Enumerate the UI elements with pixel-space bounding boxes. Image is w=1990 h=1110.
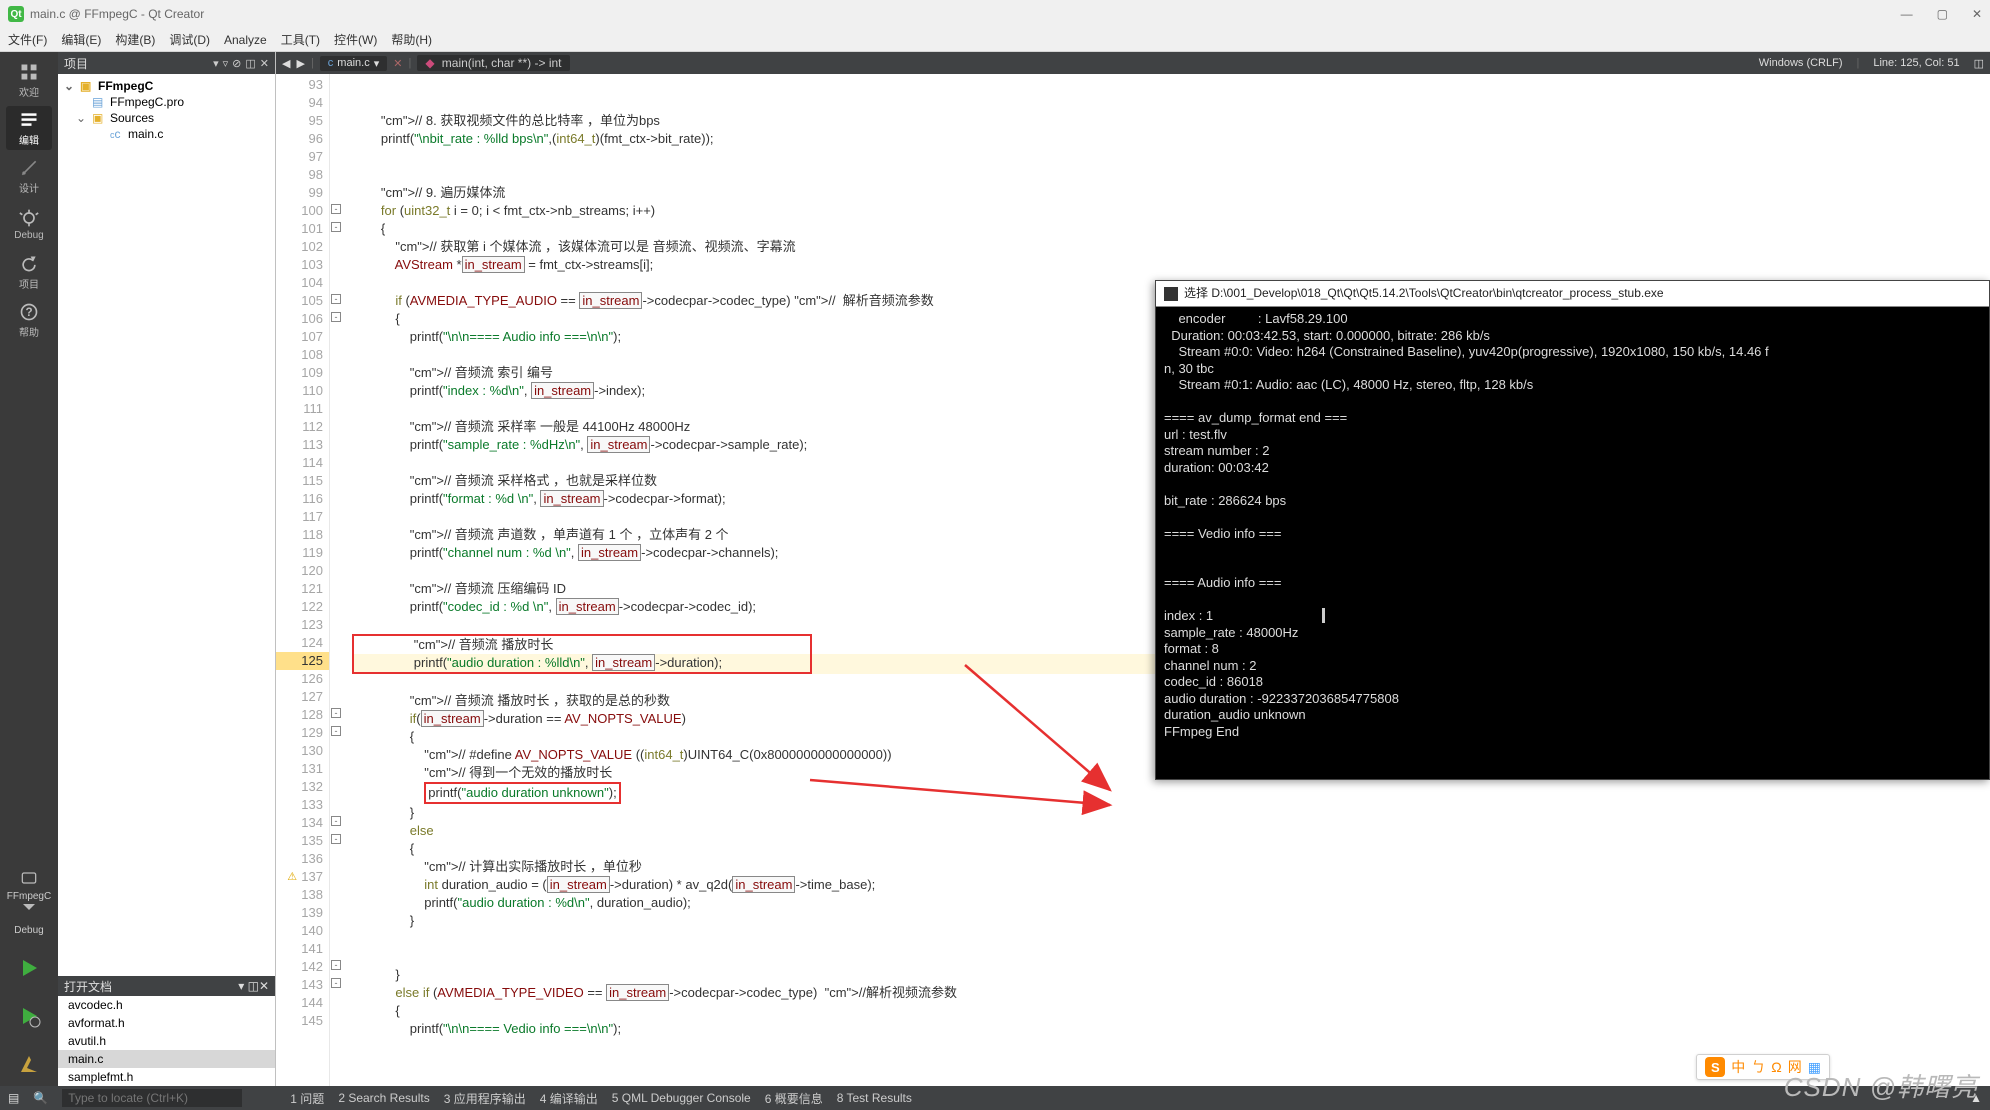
tab-general[interactable]: 6 概要信息 [765, 1090, 823, 1107]
tab-compile[interactable]: 4 编译输出 [540, 1090, 598, 1107]
mode-strip: 欢迎 编辑 设计 Debug 项目 ? 帮助 FFmpegC Debug [0, 52, 58, 1086]
cursor-pos[interactable]: Line: 125, Col: 51 [1873, 57, 1959, 69]
close-doc-icon[interactable]: ✕ [393, 57, 402, 70]
sidebar-header: 项目 ▾ ▿ ⊘ ◫ ✕ [58, 52, 275, 74]
mode-projects[interactable]: 项目 [6, 250, 52, 294]
console-icon [1164, 287, 1178, 301]
console-titlebar[interactable]: 选择 D:\001_Develop\018_Qt\Qt\Qt5.14.2\Too… [1156, 281, 1989, 307]
menu-analyze[interactable]: Analyze [224, 33, 267, 47]
mode-debug[interactable]: Debug [6, 202, 52, 246]
mode-help-label: 帮助 [19, 324, 39, 339]
build-button[interactable] [6, 1042, 52, 1086]
editor-toolbar: ◀ ▶ | cmain.c ▾ ✕ | ◆ main(int, char **)… [276, 52, 1990, 74]
nav-back-icon[interactable]: ◀ [282, 57, 290, 70]
open-docs-title: 打开文档 [64, 978, 112, 995]
kit-selector[interactable]: FFmpegC Debug [5, 862, 53, 942]
menu-debug[interactable]: 调试(D) [169, 31, 210, 48]
mode-welcome[interactable]: 欢迎 [6, 58, 52, 102]
add-split-icon[interactable]: ◫ [245, 57, 255, 70]
tab-issues[interactable]: 1 问题 [290, 1090, 324, 1107]
ime-chinese-icon[interactable]: 中 [1731, 1057, 1745, 1077]
file-crumb-label: main.c [337, 57, 369, 69]
open-doc-item[interactable]: avformat.h [58, 1014, 275, 1032]
menu-widgets[interactable]: 控件(W) [334, 31, 377, 48]
project-node[interactable]: FFmpegC [98, 79, 153, 93]
source-file[interactable]: main.c [128, 127, 163, 141]
console-output[interactable]: encoder : Lavf58.29.100 Duration: 00:03:… [1156, 307, 1989, 744]
open-docs-list: avcodec.havformat.havutil.hmain.csamplef… [58, 996, 275, 1086]
folder-icon: ▣ [92, 111, 106, 125]
ime-symbol-icon[interactable]: Ω [1771, 1059, 1781, 1075]
filter-icon[interactable]: ▿ [223, 57, 229, 70]
window-title: main.c @ FFmpegC - Qt Creator [30, 7, 204, 21]
sidebar-title: 项目 [64, 55, 209, 72]
split-editor-icon[interactable]: ◫ [1974, 57, 1984, 70]
nav-fwd-icon[interactable]: ▶ [296, 57, 304, 70]
tab-tests[interactable]: 8 Test Results [837, 1091, 912, 1105]
menubar: 文件(F) 编辑(E) 构建(B) 调试(D) Analyze 工具(T) 控件… [0, 28, 1990, 52]
open-docs-header: 打开文档 ▾ ◫ ✕ [58, 976, 275, 996]
mode-welcome-label: 欢迎 [19, 84, 39, 99]
watermark: CSDN @韩曙亮 [1784, 1067, 1978, 1104]
func-crumb-label: main(int, char **) -> int [442, 56, 562, 70]
mode-debug-label: Debug [14, 230, 43, 241]
fold-column[interactable]: ---------- [330, 74, 344, 1086]
open-doc-item[interactable]: avcodec.h [58, 996, 275, 1014]
open-doc-item[interactable]: samplefmt.h [58, 1068, 275, 1086]
sidebar: 项目 ▾ ▿ ⊘ ◫ ✕ ⌄ ▣ FFmpegC ▤ FFmpegC.pro ⌄ ▣ So… [58, 52, 276, 1086]
c-file-icon: c [328, 57, 334, 69]
pro-file[interactable]: FFmpegC.pro [110, 95, 184, 109]
titlebar: Qt main.c @ FFmpegC - Qt Creator — ▢ ✕ [0, 0, 1990, 28]
tab-qml[interactable]: 5 QML Debugger Console [612, 1091, 751, 1105]
mode-help[interactable]: ? 帮助 [6, 298, 52, 342]
kit-config: Debug [7, 925, 51, 936]
menu-file[interactable]: 文件(F) [8, 31, 47, 48]
ime-logo-icon: S [1705, 1057, 1725, 1077]
expand-icon[interactable]: ⌄ [76, 111, 88, 125]
locator-icon[interactable]: ▤ [8, 1091, 19, 1105]
open-doc-item[interactable]: avutil.h [58, 1032, 275, 1050]
tab-appoutput[interactable]: 3 应用程序输出 [444, 1090, 526, 1107]
mode-design-label: 设计 [19, 180, 39, 195]
maximize-icon[interactable]: ▢ [1937, 7, 1948, 21]
tab-search[interactable]: 2 Search Results [338, 1091, 429, 1105]
mode-design[interactable]: 设计 [6, 154, 52, 198]
console-window[interactable]: 选择 D:\001_Develop\018_Qt\Qt\Qt5.14.2\Too… [1155, 280, 1990, 780]
mode-edit-label: 编辑 [19, 132, 39, 147]
file-crumb[interactable]: cmain.c ▾ [320, 56, 387, 71]
link-icon[interactable]: ⊘ [232, 57, 241, 70]
mode-projects-label: 项目 [19, 276, 39, 291]
encoding-label[interactable]: Windows (CRLF) [1759, 57, 1843, 69]
line-gutter[interactable]: 9394959697989910010110210310410510610710… [276, 74, 330, 1086]
ime-punct-icon[interactable]: ㄅ [1751, 1057, 1765, 1077]
close-panel-icon[interactable]: ✕ [259, 979, 269, 993]
minimize-icon[interactable]: — [1901, 7, 1913, 21]
c-file-icon: c [110, 127, 124, 141]
menu-help[interactable]: 帮助(H) [391, 31, 432, 48]
locator-bar: ▤ 🔍 1 问题 2 Search Results 3 应用程序输出 4 编译输… [0, 1086, 1990, 1110]
split-icon[interactable]: ▾ ◫ [238, 979, 259, 993]
console-title: 选择 D:\001_Develop\018_Qt\Qt\Qt5.14.2\Too… [1184, 285, 1664, 302]
menu-edit[interactable]: 编辑(E) [61, 31, 101, 48]
project-icon: ▣ [80, 79, 94, 93]
menu-tools[interactable]: 工具(T) [281, 31, 320, 48]
open-doc-item[interactable]: main.c [58, 1050, 275, 1068]
chevron-down-icon[interactable]: ▾ [213, 57, 219, 70]
locator-input[interactable] [62, 1089, 242, 1107]
svg-text:?: ? [25, 306, 32, 319]
run-button[interactable] [6, 946, 52, 990]
project-tree[interactable]: ⌄ ▣ FFmpegC ▤ FFmpegC.pro ⌄ ▣ Sources c main.c [58, 74, 275, 146]
kit-name: FFmpegC [7, 891, 51, 902]
debug-run-button[interactable] [6, 994, 52, 1038]
mode-edit[interactable]: 编辑 [6, 106, 52, 150]
menu-build[interactable]: 构建(B) [115, 31, 155, 48]
close-panel-icon[interactable]: ✕ [260, 57, 269, 70]
app-icon: Qt [8, 6, 24, 22]
search-icon: 🔍 [33, 1091, 48, 1105]
expand-icon[interactable]: ⌄ [64, 79, 76, 93]
func-crumb[interactable]: ◆ main(int, char **) -> int [417, 55, 569, 71]
pro-file-icon: ▤ [92, 95, 106, 109]
close-icon[interactable]: ✕ [1972, 7, 1982, 21]
sources-folder[interactable]: Sources [110, 111, 154, 125]
